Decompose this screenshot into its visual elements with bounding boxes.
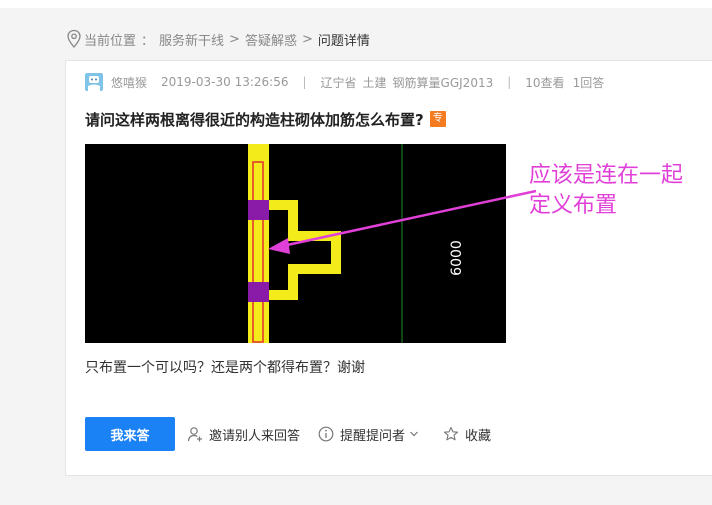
- star-icon: [443, 426, 459, 441]
- expert-badge: 专: [429, 111, 446, 127]
- invite-label: 邀请别人来回答: [209, 428, 301, 444]
- location-pin-icon: [67, 29, 81, 48]
- info-icon: [318, 426, 334, 442]
- user-avatar-icon[interactable]: [85, 73, 103, 91]
- figure-annotation: 应该是连在一起 定义布置: [529, 161, 683, 221]
- action-bar: 我来答 邀请别人来回答 提醒提问者 收藏: [85, 417, 509, 451]
- breadcrumb-colon: ：: [141, 33, 155, 49]
- question-title-text: 请问这样两根离得很近的构造柱砌体加筋怎么布置?: [85, 110, 424, 129]
- invite-user-icon: [187, 427, 202, 442]
- annotation-line-1: 应该是连在一起: [529, 163, 684, 188]
- favorite-button[interactable]: 收藏: [443, 425, 491, 444]
- breadcrumb-prefix: 当前位置: [84, 33, 137, 49]
- question-title: 请问这样两根离得很近的构造柱砌体加筋怎么布置? 专: [85, 108, 446, 130]
- breadcrumb-link-qa[interactable]: 答疑解惑: [245, 30, 297, 49]
- breadcrumb-separator: >: [229, 31, 240, 47]
- question-body: 只布置一个可以吗？还是两个都得布置？谢谢: [85, 360, 365, 376]
- question-region: 辽宁省: [320, 75, 357, 90]
- favorite-label: 收藏: [465, 428, 492, 444]
- remind-label: 提醒提问者: [340, 428, 406, 444]
- question-meta: 悠嘻猴 2019-03-30 13:26:56 | 辽宁省 土建 钢筋算量GGJ…: [85, 73, 604, 91]
- top-bar: [0, 0, 712, 8]
- user-name-link[interactable]: 悠嘻猴: [111, 74, 147, 91]
- question-software: 钢筋算量GGJ2013: [392, 75, 494, 90]
- meta-divider: |: [302, 75, 307, 89]
- answer-count: 1回答: [572, 75, 605, 90]
- dimension-label: 6000: [449, 240, 465, 276]
- question-image[interactable]: 6000: [85, 144, 506, 343]
- breadcrumb: 当前位置 ： 服务新干线 > 答疑解惑 > 问题详情: [66, 28, 370, 50]
- question-card: 悠嘻猴 2019-03-30 13:26:56 | 辽宁省 土建 钢筋算量GGJ…: [65, 60, 712, 476]
- remind-button[interactable]: 提醒提问者: [318, 425, 425, 444]
- chevron-down-icon: [410, 431, 418, 437]
- breadcrumb-current: 问题详情: [317, 33, 370, 49]
- answer-button[interactable]: 我来答: [85, 417, 175, 451]
- breadcrumb-separator: >: [301, 31, 313, 47]
- question-date: 2019-03-30 13:26:56: [161, 75, 289, 89]
- meta-divider: |: [507, 75, 512, 89]
- breadcrumb-link-service[interactable]: 服务新干线: [159, 30, 224, 49]
- question-category: 土建: [362, 75, 387, 90]
- invite-button[interactable]: 邀请别人来回答: [187, 425, 300, 444]
- view-count: 10查看: [525, 75, 565, 90]
- annotation-line-2: 定义布置: [529, 193, 618, 218]
- cad-drawing: 6000: [248, 144, 465, 343]
